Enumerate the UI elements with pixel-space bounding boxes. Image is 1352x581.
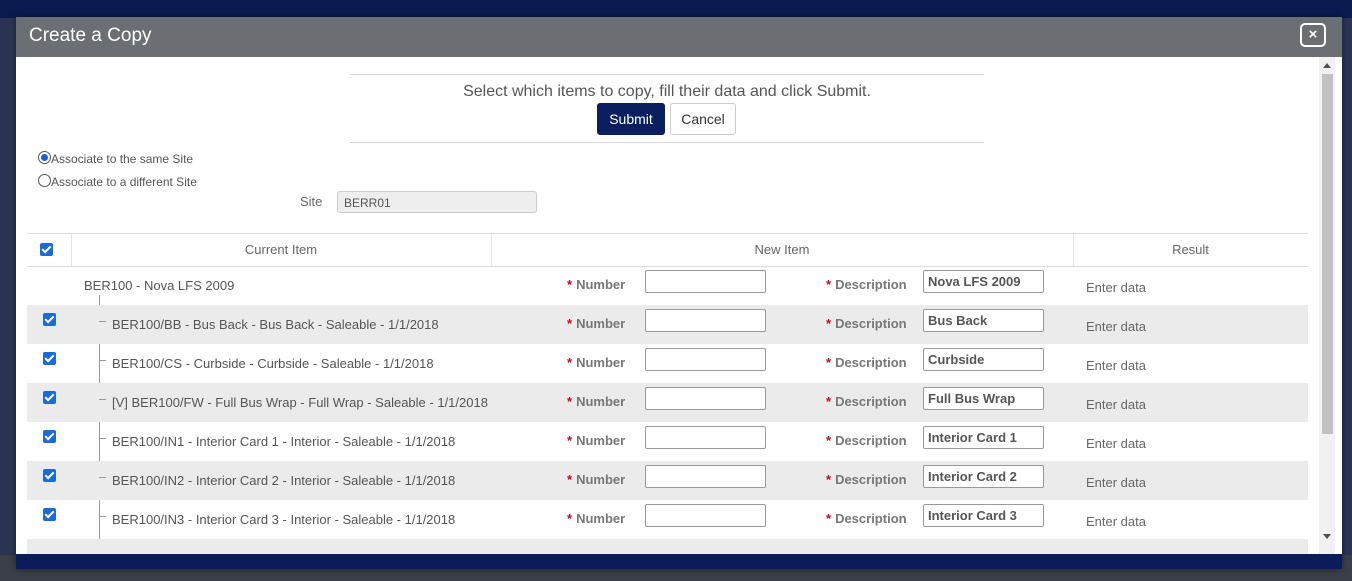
row-checkbox[interactable]	[43, 469, 56, 482]
table-row: BER100/IN3 - Interior Card 3 - Interior …	[27, 500, 1308, 539]
description-label: * Description	[826, 472, 907, 487]
header-new-item: New Item	[754, 242, 810, 257]
result-text: Enter data	[1086, 397, 1146, 412]
description-input[interactable]: Interior Card 2	[923, 465, 1044, 488]
select-all-checkbox[interactable]	[40, 243, 53, 256]
instruction-panel: Select which items to copy, fill their d…	[350, 74, 984, 143]
number-input[interactable]	[645, 426, 766, 449]
current-item-text: BER100 - Nova LFS 2009	[84, 278, 235, 293]
description-input[interactable]: Interior Card 3	[923, 504, 1044, 527]
app-topbar	[0, 0, 1352, 18]
description-input[interactable]: Full Bus Wrap	[923, 387, 1044, 410]
result-text: Enter data	[1086, 514, 1146, 529]
table-row-partial	[27, 539, 1308, 554]
table-row: BER100/BB - Bus Back - Bus Back - Saleab…	[27, 305, 1308, 344]
radio-different-site-label: Associate to a different Site	[51, 175, 197, 189]
description-label: * Description	[826, 433, 907, 448]
description-input[interactable]: Curbside	[923, 348, 1044, 371]
description-input[interactable]: Interior Card 1	[923, 426, 1044, 449]
table-header: Current Item New Item Result	[27, 233, 1308, 267]
row-checkbox[interactable]	[43, 508, 56, 521]
cancel-button[interactable]: Cancel	[670, 103, 736, 135]
submit-button[interactable]: Submit	[597, 103, 665, 135]
radio-same-site[interactable]: Associate to the same Site	[38, 151, 193, 166]
number-input[interactable]	[645, 309, 766, 332]
close-button[interactable]: ×	[1300, 23, 1326, 47]
dialog-title: Create a Copy	[29, 25, 152, 46]
description-label: * Description	[826, 316, 907, 331]
number-label: * Number	[567, 472, 626, 487]
number-input[interactable]	[645, 387, 766, 410]
table-row: [V] BER100/FW - Full Bus Wrap - Full Wra…	[27, 383, 1308, 422]
description-label: * Description	[826, 394, 907, 409]
radio-unselected-icon[interactable]	[38, 174, 51, 187]
current-item-text: [V] BER100/FW - Full Bus Wrap - Full Wra…	[112, 395, 488, 410]
number-label: * Number	[567, 355, 626, 370]
row-checkbox[interactable]	[43, 430, 56, 443]
number-label: * Number	[567, 277, 626, 292]
current-item-text: BER100/BB - Bus Back - Bus Back - Saleab…	[112, 317, 439, 332]
description-input[interactable]: Nova LFS 2009	[923, 270, 1044, 293]
number-label: * Number	[567, 433, 626, 448]
description-label: * Description	[826, 355, 907, 370]
scroll-up-icon[interactable]	[1323, 63, 1331, 68]
current-item-text: BER100/IN3 - Interior Card 3 - Interior …	[112, 512, 456, 527]
header-current-item: Current Item	[244, 242, 318, 257]
number-label: * Number	[567, 511, 626, 526]
site-label: Site	[300, 194, 323, 209]
table-row: BER100/IN2 - Interior Card 2 - Interior …	[27, 461, 1308, 500]
radio-different-site[interactable]: Associate to a different Site	[38, 174, 197, 189]
result-text: Enter data	[1086, 436, 1146, 451]
scroll-down-icon[interactable]	[1323, 534, 1331, 539]
description-label: * Description	[826, 277, 907, 292]
dialog-header: Create a Copy ×	[16, 17, 1342, 57]
result-text: Enter data	[1086, 475, 1146, 490]
scroll-thumb[interactable]	[1322, 74, 1333, 434]
header-result: Result	[1172, 242, 1209, 257]
description-input[interactable]: Bus Back	[923, 309, 1044, 332]
radio-same-site-label: Associate to the same Site	[51, 152, 194, 166]
result-text: Enter data	[1086, 319, 1146, 334]
table-row: BER100/CS - Curbside - Curbside - Saleab…	[27, 344, 1308, 383]
row-checkbox[interactable]	[43, 352, 56, 365]
description-label: * Description	[826, 511, 907, 526]
current-item-text: BER100/CS - Curbside - Curbside - Saleab…	[112, 356, 434, 371]
number-label: * Number	[567, 394, 626, 409]
result-text: Enter data	[1086, 280, 1146, 295]
row-checkbox[interactable]	[43, 313, 56, 326]
number-label: * Number	[567, 316, 626, 331]
site-field: BERR01	[337, 191, 537, 213]
radio-selected-icon[interactable]	[38, 151, 51, 164]
result-text: Enter data	[1086, 358, 1146, 373]
create-copy-dialog: Create a Copy × Select which items to co…	[16, 17, 1342, 569]
dialog-body: Select which items to copy, fill their d…	[16, 57, 1342, 554]
current-item-text: BER100/IN2 - Interior Card 2 - Interior …	[112, 473, 456, 488]
dialog-footer-bar	[16, 554, 1342, 569]
instruction-text: Select which items to copy, fill their d…	[463, 83, 871, 100]
number-input[interactable]	[645, 504, 766, 527]
current-item-text: BER100/IN1 - Interior Card 1 - Interior …	[112, 434, 456, 449]
number-input[interactable]	[645, 270, 766, 293]
table-row-parent: BER100 - Nova LFS 2009 * Number * Descript…	[27, 266, 1308, 305]
number-input[interactable]	[645, 348, 766, 371]
row-checkbox[interactable]	[43, 391, 56, 404]
number-input[interactable]	[645, 465, 766, 488]
vertical-scrollbar[interactable]	[1319, 57, 1335, 554]
table-row: BER100/IN1 - Interior Card 1 - Interior …	[27, 422, 1308, 461]
